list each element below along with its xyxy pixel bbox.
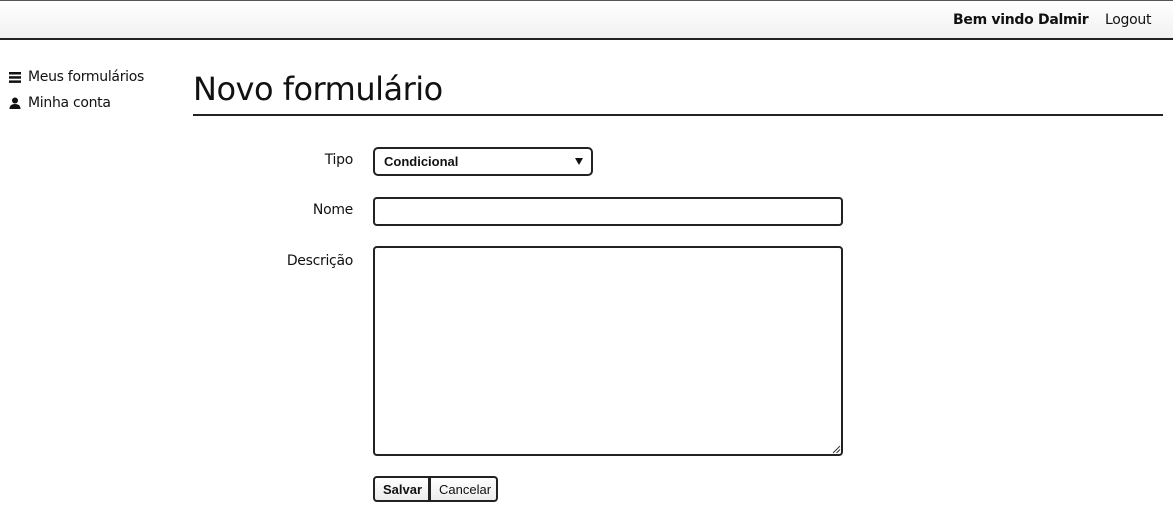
top-navbar: Bem vindo Dalmir Logout — [0, 0, 1173, 40]
user-icon — [8, 96, 22, 110]
list-icon — [8, 70, 22, 84]
sidebar-item-label: Meus formulários — [28, 69, 144, 85]
nome-label: Nome — [312, 202, 353, 218]
tipo-select[interactable]: Condicional — [373, 147, 593, 176]
welcome-text: Bem vindo Dalmir — [953, 12, 1089, 28]
save-button[interactable]: Salvar — [373, 476, 430, 502]
cancel-button[interactable]: Cancelar — [430, 476, 498, 502]
form-actions: Salvar Cancelar — [373, 476, 498, 502]
page-title: Novo formulário — [193, 70, 443, 108]
sidebar-item-label: Minha conta — [28, 95, 111, 111]
sidebar-item-minha-conta[interactable]: Minha conta — [8, 90, 178, 116]
descricao-label: Descrição — [286, 253, 353, 269]
tipo-select-value: Condicional — [384, 154, 459, 169]
logout-link[interactable]: Logout — [1105, 12, 1151, 28]
resize-grip-icon[interactable] — [832, 445, 841, 454]
title-divider — [193, 114, 1163, 116]
descricao-textarea[interactable] — [373, 246, 843, 456]
caret-down-icon — [575, 158, 583, 165]
sidebar: Meus formulários Minha conta — [8, 64, 178, 116]
tipo-label: Tipo — [324, 152, 354, 168]
sidebar-item-meus-formularios[interactable]: Meus formulários — [8, 64, 178, 90]
nome-input[interactable] — [373, 197, 843, 226]
